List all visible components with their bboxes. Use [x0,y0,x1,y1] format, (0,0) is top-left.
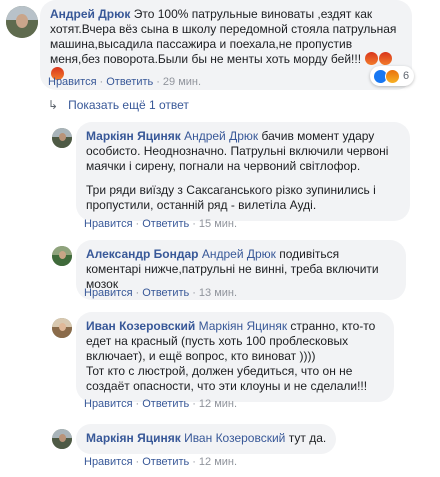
avatar[interactable] [6,6,38,38]
reactions-badge[interactable]: 6 [370,66,415,86]
separator: · [135,218,140,230]
timestamp[interactable]: 15 мин. [199,218,237,230]
reply-author[interactable]: Маркіян Яциняк [86,129,181,143]
reply-actions: Нравится · Ответить · 12 мин. [84,456,237,468]
like-link[interactable]: Нравится [84,218,133,230]
reply-text: Тот кто с люстрой, должен убедиться, что… [86,364,368,393]
reply-link[interactable]: Ответить [142,398,189,410]
reply-text: тут да. [288,431,327,445]
separator: · [192,287,196,299]
like-link[interactable]: Нравится [84,287,133,299]
reply-arrow-icon: ↳ [48,98,59,112]
reply-author[interactable]: Иван Козеровский [86,319,195,333]
timestamp[interactable]: 29 мин. [163,76,201,88]
like-link[interactable]: Нравится [84,456,133,468]
avatar[interactable] [52,318,72,338]
reply-author[interactable]: Маркіян Яциняк [86,431,181,445]
reply-bubble: Иван Козеровский Маркіян Яциняк странно,… [76,312,394,402]
timestamp[interactable]: 12 мин. [199,456,237,468]
like-link[interactable]: Нравится [48,76,97,88]
separator: · [135,398,140,410]
show-more-label: Показать ещё 1 ответ [68,98,189,112]
like-link[interactable]: Нравится [84,398,133,410]
separator: · [192,456,196,468]
reply-bubble: Маркіян Яциняк Андрей Дрюк бачив момент … [76,122,410,221]
timestamp[interactable]: 12 мин. [199,398,237,410]
angry-emoji [379,52,393,65]
reply-link[interactable]: Ответить [142,287,189,299]
reaction-count: 6 [403,70,410,82]
separator: · [156,76,160,88]
mention[interactable]: Маркіян Яциняк [199,319,287,333]
mention[interactable]: Андрей Дрюк [184,129,258,143]
comment-andrey: Андрей Дрюк Это 100% патрульные виноваты… [0,0,440,92]
avatar[interactable] [52,128,72,148]
reply-link[interactable]: Ответить [142,456,189,468]
separator: · [135,287,140,299]
avatar[interactable] [52,429,72,449]
reply-link[interactable]: Ответить [106,76,153,88]
reply-author[interactable]: Александр Бондар [86,247,199,261]
separator: · [192,398,196,410]
avatar[interactable] [52,246,72,266]
show-more-replies-link[interactable]: ↳ Показать ещё 1 ответ [48,98,189,112]
reply-text: Три ряди виїзду з Саксаганського різко з… [86,183,376,212]
separator: · [99,76,104,88]
mention[interactable]: Андрей Дрюк [202,247,276,261]
reply-actions: Нравится · Ответить · 13 мин. [84,287,237,299]
comment-author[interactable]: Андрей Дрюк [50,7,130,21]
reply-actions: Нравится · Ответить · 12 мин. [84,398,237,410]
mention[interactable]: Иван Козеровский [184,431,285,445]
angry-reaction-icon [385,68,400,84]
angry-emoji [365,52,379,65]
separator: · [135,456,140,468]
comment-actions: Нравится · Ответить · 29 мин. [48,76,201,88]
separator: · [192,218,196,230]
reply-link[interactable]: Ответить [142,218,189,230]
reply-bubble: Маркіян Яциняк Иван Козеровский тут да. [76,424,337,454]
timestamp[interactable]: 13 мин. [199,287,237,299]
reply-actions: Нравится · Ответить · 15 мин. [84,218,237,230]
